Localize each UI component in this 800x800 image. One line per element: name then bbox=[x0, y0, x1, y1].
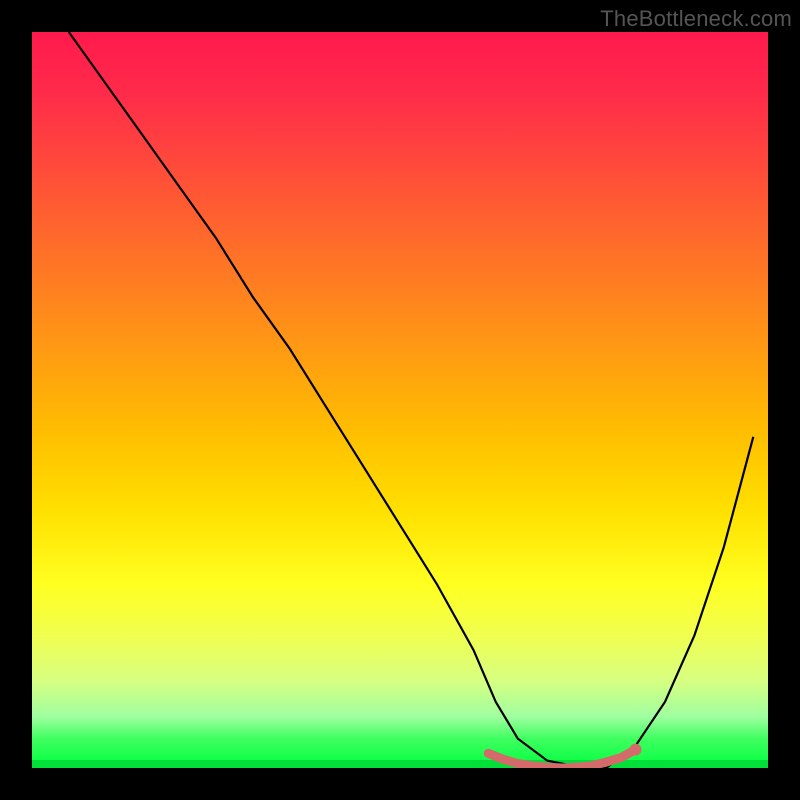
marker-end-dot bbox=[630, 744, 642, 756]
bottleneck-chart bbox=[32, 32, 768, 768]
marker-path bbox=[488, 750, 635, 768]
flat-minimum-marker bbox=[488, 744, 641, 768]
watermark-text: TheBottleneck.com bbox=[600, 6, 792, 32]
bottleneck-curve-path bbox=[69, 32, 754, 768]
chart-frame: TheBottleneck.com bbox=[0, 0, 800, 800]
plot-area bbox=[32, 32, 768, 768]
